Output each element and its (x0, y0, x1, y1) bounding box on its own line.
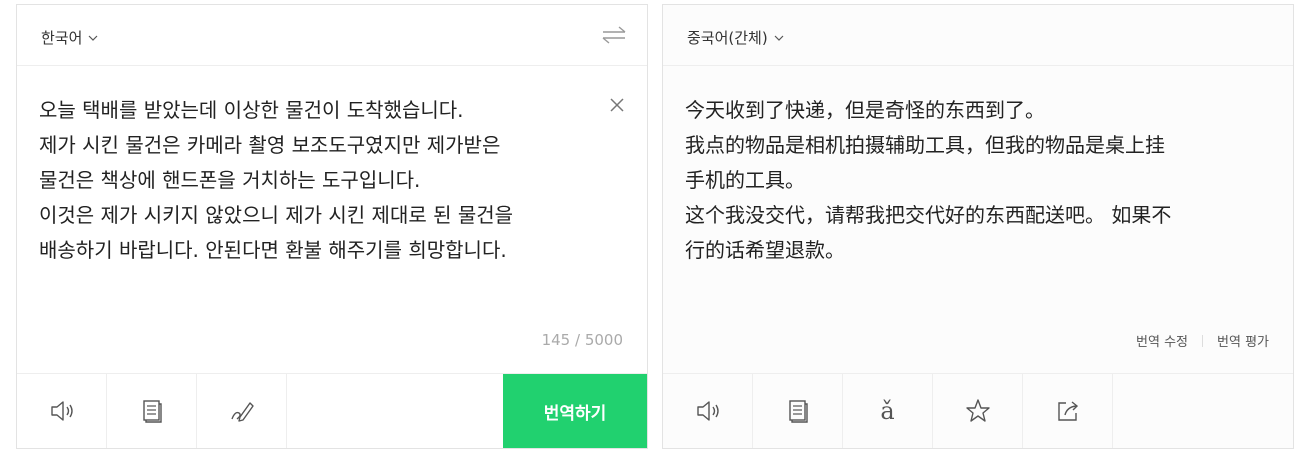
swap-languages-icon[interactable] (601, 25, 627, 45)
favorite-button[interactable] (933, 374, 1023, 448)
source-text-input[interactable]: 오늘 택배를 받았는데 이상한 물건이 도착했습니다. 제가 시킨 물건은 카메… (39, 93, 591, 268)
dictionary-icon (788, 400, 808, 423)
divider (1202, 334, 1204, 347)
source-handwriting-button[interactable] (197, 374, 287, 448)
clear-text-icon[interactable] (609, 97, 625, 113)
source-header: 한국어 (17, 5, 647, 66)
translation-actions: 번역 수정 번역 평가 (1136, 331, 1269, 350)
share-icon (1057, 401, 1078, 421)
share-button[interactable] (1023, 374, 1113, 448)
translated-text: 今天收到了快递，但是奇怪的东西到了。 我点的物品是相机拍摄辅助工具，但我的物品是… (685, 98, 1172, 262)
source-language-select[interactable]: 한국어 (41, 27, 98, 48)
edit-translation-link[interactable]: 번역 수정 (1136, 331, 1188, 350)
source-language-label: 한국어 (41, 29, 83, 47)
source-dictionary-button[interactable] (107, 374, 197, 448)
speaker-icon (696, 401, 719, 421)
pinyin-button[interactable]: ǎ (843, 374, 933, 448)
source-panel: 한국어 오늘 택배를 받았는데 이상한 물건이 도착했습니다. 제가 시킨 물건… (16, 4, 648, 449)
star-icon (965, 399, 990, 422)
target-panel: 중국어(간체) 今天收到了快递，但是奇怪的东西到了。 我点的物品是相机拍摄辅助工… (662, 4, 1294, 449)
source-speaker-button[interactable] (17, 374, 107, 448)
target-speaker-button[interactable] (663, 374, 753, 448)
handwriting-icon (230, 402, 254, 422)
target-dictionary-button[interactable] (753, 374, 843, 448)
target-header: 중국어(간체) (663, 5, 1293, 66)
speaker-icon (50, 401, 73, 421)
rate-translation-link[interactable]: 번역 평가 (1217, 331, 1269, 350)
target-language-select[interactable]: 중국어(간체) (687, 27, 784, 48)
target-language-label: 중국어(간체) (687, 29, 768, 47)
character-counter: 145 / 5000 (541, 331, 623, 349)
chevron-down-icon (88, 35, 98, 41)
pinyin-icon: ǎ (880, 397, 895, 425)
target-toolbar: ǎ (663, 373, 1293, 448)
chevron-down-icon (774, 35, 784, 41)
dictionary-icon (142, 400, 162, 423)
translate-button[interactable]: 번역하기 (503, 374, 647, 448)
